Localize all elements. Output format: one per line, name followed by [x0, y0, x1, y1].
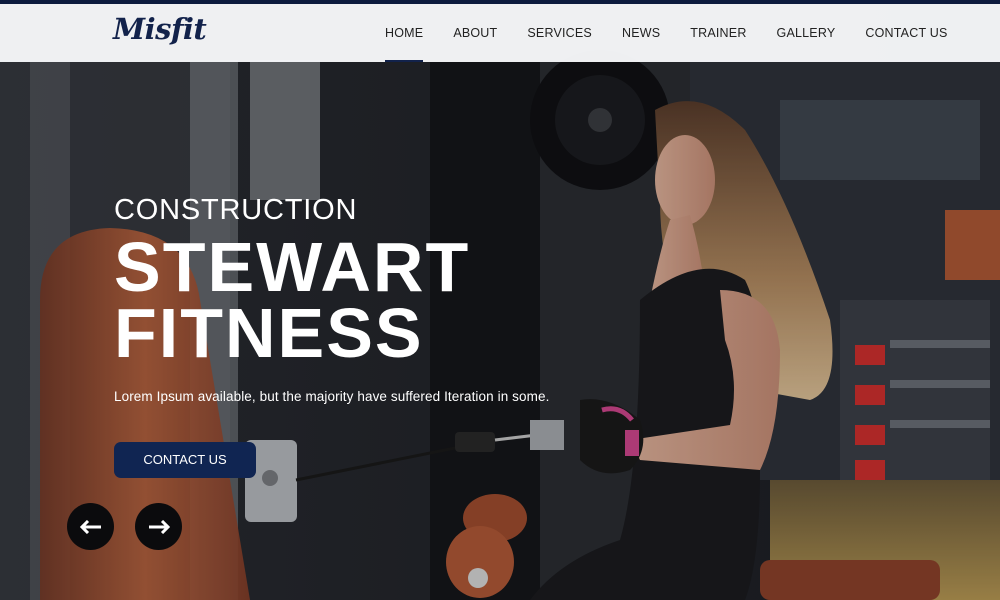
brand-logo[interactable]: Misfit [113, 12, 207, 46]
nav-item-services[interactable]: SERVICES [512, 4, 607, 62]
slider-next-button[interactable] [135, 503, 182, 550]
slider-prev-button[interactable] [67, 503, 114, 550]
top-accent-bar-overlay [0, 0, 1000, 4]
hero-subtitle: CONSTRUCTION [114, 194, 358, 226]
main-nav: HOME ABOUT SERVICES NEWS TRAINER GALLERY… [370, 4, 963, 62]
nav-item-news[interactable]: NEWS [607, 4, 675, 62]
hero-title-line2: FITNESS [114, 294, 424, 372]
hero-description: Lorem Ipsum available, but the majority … [114, 389, 550, 404]
nav-item-home[interactable]: HOME [370, 4, 438, 62]
arrow-left-icon [79, 519, 101, 534]
nav-item-gallery[interactable]: GALLERY [762, 4, 851, 62]
hero-title-line1: STEWART [114, 228, 471, 306]
nav-item-trainer[interactable]: TRAINER [675, 4, 761, 62]
nav-item-about[interactable]: ABOUT [438, 4, 512, 62]
contact-us-button[interactable]: CONTACT US [114, 442, 256, 478]
arrow-right-icon [148, 519, 170, 534]
site-header: Misfit HOME ABOUT SERVICES NEWS TRAINER … [0, 4, 1000, 62]
nav-item-contact[interactable]: CONTACT US [850, 4, 962, 62]
